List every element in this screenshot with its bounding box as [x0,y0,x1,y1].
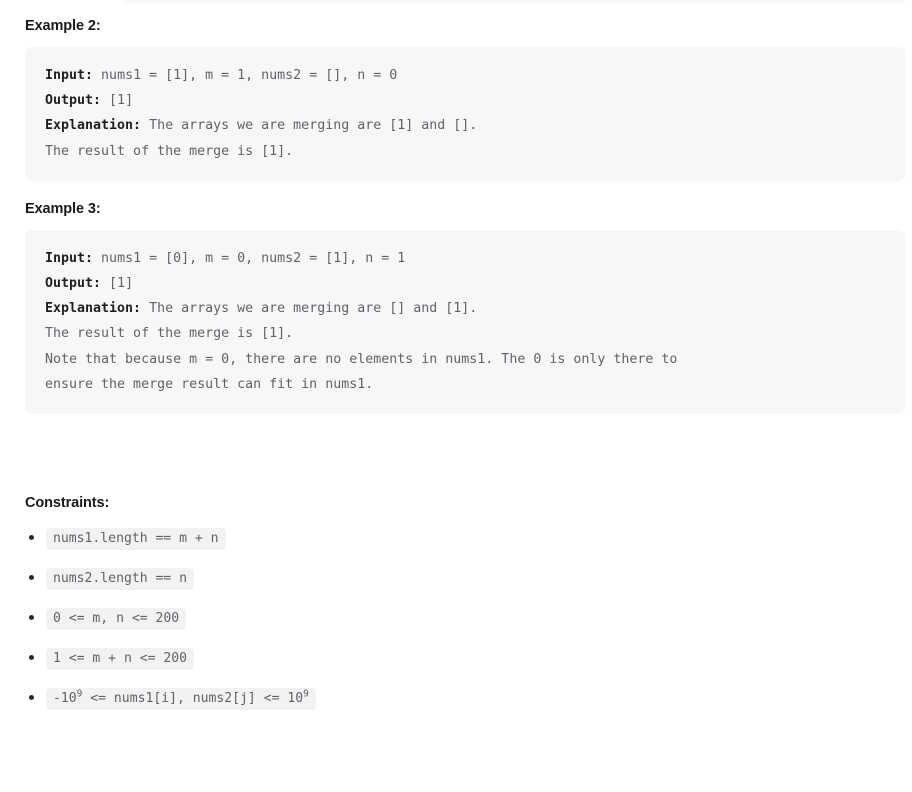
constraints-list: nums1.length == m + n nums2.length == n … [25,528,887,711]
code-text-explanation: The arrays we are merging are [1] and []… [141,118,478,134]
code-label-input: Input: [45,250,94,266]
bullet-icon [29,615,34,621]
code-text-explanation-cont: The result of the merge is [1]. [45,326,294,342]
constraint-code: 0 <= m, n <= 200 [46,608,187,631]
list-item: 1 <= m + n <= 200 [25,648,887,671]
constraint-prefix: -10 [53,691,77,707]
code-label-input: Input: [45,68,94,83]
constraint-code: nums2.length == n [46,568,195,591]
code-text-output: [1] [101,276,134,292]
bullet-icon [29,695,34,701]
document-page: Example 2: Input: nums1 = [1], m = 1, nu… [0,0,912,792]
code-text-input: nums1 = [1], m = 1, nums2 = [], n = 0 [93,68,398,83]
code-label-output: Output: [45,276,102,292]
constraint-code: -109 <= nums1[i], nums2[j] <= 109 [46,688,316,711]
bullet-icon [29,575,34,581]
constraint-suffix: <= nums1[i], nums2[j] <= 10 [82,691,304,707]
code-text-input: nums1 = [0], m = 0, nums2 = [1], n = 1 [93,250,406,266]
code-block-example-3: Input: nums1 = [0], m = 0, nums2 = [1], … [25,229,905,415]
bullet-icon [29,535,34,541]
code-label-explanation: Explanation: [45,118,142,134]
document-content: Example 2: Input: nums1 = [1], m = 1, nu… [0,0,912,711]
list-item: nums1.length == m + n [25,528,887,551]
bullet-icon [29,655,34,661]
code-text-explanation: The arrays we are merging are [] and [1]… [141,301,478,317]
list-item: 0 <= m, n <= 200 [25,608,887,631]
code-text-output: [1] [101,93,134,109]
code-text-explanation-cont: The result of the merge is [1]. [45,143,294,159]
code-label-explanation: Explanation: [45,301,142,317]
code-text-note-line-1: Note that because m = 0, there are no el… [45,351,678,367]
code-label-output: Output: [45,93,102,109]
heading-example-2: Example 2: [25,18,101,34]
list-item: nums2.length == n [25,568,887,591]
constraint-exponent-trailing: 9 [303,688,309,700]
code-text-note-line-2: ensure the merge result can fit in nums1… [45,376,374,392]
constraint-code: 1 <= m + n <= 200 [46,648,195,671]
heading-constraints: Constraints: [25,495,110,512]
code-block-example-2: Input: nums1 = [1], m = 1, nums2 = [], n… [25,47,905,181]
heading-example-3: Example 3: [25,200,101,217]
constraint-code: nums1.length == m + n [46,528,226,551]
list-item: -109 <= nums1[i], nums2[j] <= 109 [25,688,887,711]
